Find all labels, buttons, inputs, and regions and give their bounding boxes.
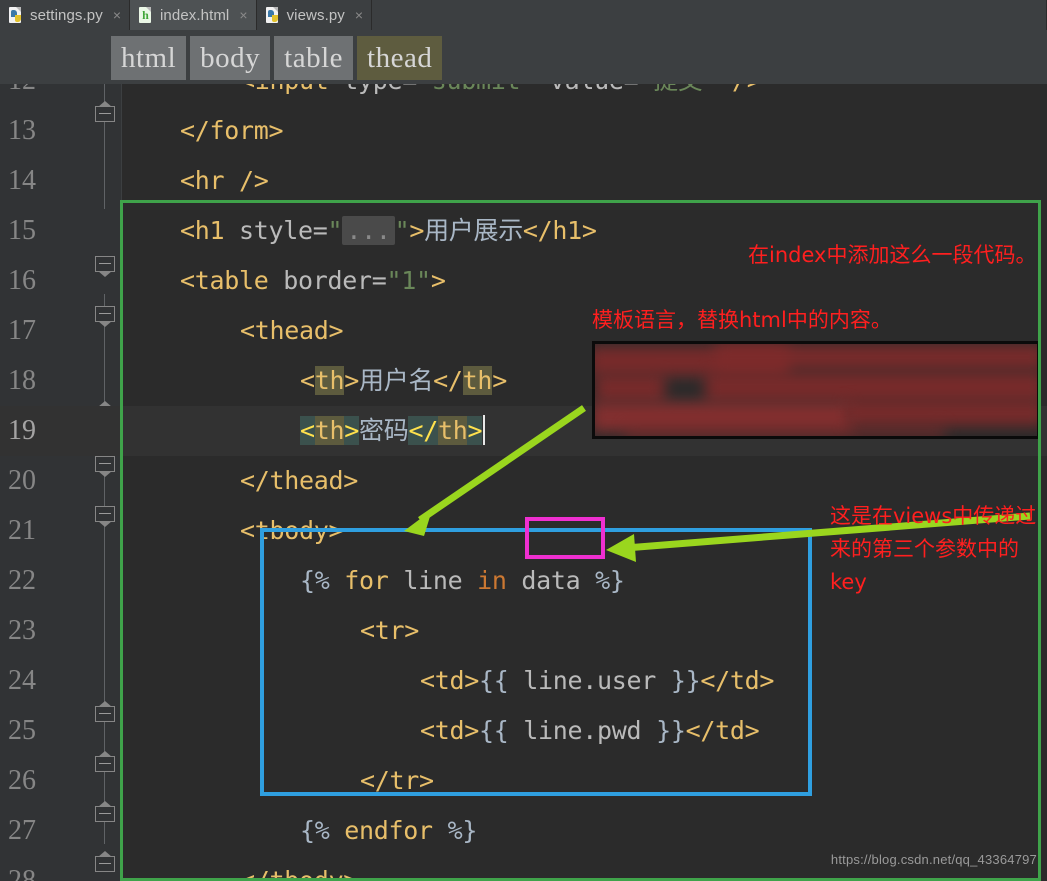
line-content: <td>{{ line.user }}</td> (420, 666, 775, 695)
line-number: 18 (8, 365, 36, 396)
close-icon[interactable]: × (355, 8, 363, 22)
tab-label: settings.py (30, 6, 103, 24)
text-caret (483, 415, 486, 445)
code-line[interactable]: 24 <td>{{ line.user }}</td> (0, 656, 1047, 706)
line-number: 14 (8, 165, 36, 196)
line-number: 24 (8, 665, 36, 696)
code-line[interactable]: 23 <tr> (0, 606, 1047, 656)
tab-settings-py[interactable]: settings.py × (0, 0, 130, 30)
tab-label: index.html (160, 6, 230, 24)
annotation-views-key: 这是在views中传递过来的第三个参数中的key (830, 504, 1037, 594)
line-content: </tr> (360, 766, 434, 795)
line-number: 19 (8, 415, 36, 446)
code-line[interactable]: 26 </tr> (0, 756, 1047, 806)
line-content: <table border="1"> (180, 266, 446, 295)
editor-tab-bar: settings.py × h index.html × views.py × (0, 0, 1047, 30)
code-line[interactable]: 20 </thead> (0, 456, 1047, 506)
line-number: 22 (8, 565, 36, 596)
code-line[interactable]: 25 <td>{{ line.pwd }}</td> (0, 706, 1047, 756)
line-content: </thead> (240, 466, 359, 495)
line-number: 12 (0, 84, 74, 106)
line-content: <td>{{ line.pwd }}</td> (420, 716, 760, 745)
line-number: 25 (8, 715, 36, 746)
close-icon[interactable]: × (113, 8, 121, 22)
code-line[interactable]: 14 <hr /> (0, 156, 1047, 206)
line-number: 23 (8, 615, 36, 646)
line-number: 17 (8, 315, 36, 346)
watermark: https://blog.csdn.net/qq_43364797 (830, 852, 1037, 867)
line-content: <tr> (360, 616, 420, 645)
folded-attribute[interactable]: ... (342, 216, 395, 245)
code-editor[interactable]: 12 <input type="submit" value="提交" /> 13… (0, 84, 1047, 881)
annotation-add-code: 在index中添加这么一段代码。 (748, 243, 1037, 267)
line-content: <tbody> (240, 516, 344, 545)
tab-bar-filler (372, 0, 1047, 30)
line-number: 28 (8, 865, 36, 881)
line-content: </form> (180, 116, 284, 145)
tab-views-py[interactable]: views.py × (257, 0, 373, 30)
breadcrumb-item-table[interactable]: table (274, 36, 354, 80)
line-content: <input type="submit" value="提交" /> (240, 84, 762, 106)
close-icon[interactable]: × (239, 8, 247, 22)
line-content: </tbody> (240, 866, 359, 881)
python-file-icon (265, 7, 281, 23)
python-file-icon (9, 7, 24, 23)
code-line[interactable]: 27 {% endfor %} (0, 806, 1047, 856)
line-number: 27 (8, 815, 36, 846)
code-line[interactable]: 13 </form> (0, 106, 1047, 156)
line-number: 26 (8, 765, 36, 796)
line-content: {% for line in data %} (300, 566, 625, 595)
line-number: 21 (8, 515, 36, 546)
tab-label: views.py (286, 6, 345, 24)
breadcrumb-bar: html body table thead (0, 32, 1047, 84)
editor-window: settings.py × h index.html × views.py × … (0, 0, 1047, 881)
line-number: 20 (8, 465, 36, 496)
breadcrumb: html body table thead (111, 36, 443, 80)
line-content: {% endfor %} (300, 816, 478, 845)
breadcrumb-item-body[interactable]: body (190, 36, 271, 80)
black-redacted-box (592, 341, 1040, 439)
line-number: 16 (8, 265, 36, 296)
code-line[interactable]: 12 <input type="submit" value="提交" /> (0, 84, 1047, 106)
breadcrumb-item-thead[interactable]: thead (357, 36, 443, 80)
line-number: 13 (8, 115, 36, 146)
line-number: 15 (8, 215, 36, 246)
html-file-icon: h (139, 7, 154, 23)
breadcrumb-item-html[interactable]: html (111, 36, 187, 80)
line-content: <hr /> (180, 166, 269, 195)
line-content: <thead> (240, 316, 344, 345)
line-content: <th>用户名</th> (300, 366, 507, 395)
line-content: <h1 style="... ">用户展示</h1> (180, 216, 597, 245)
tab-index-html[interactable]: h index.html × (130, 0, 257, 30)
annotation-template-language: 模板语言，替换html中的内容。 (592, 308, 892, 332)
line-content: <th>密码</th> (300, 406, 486, 456)
